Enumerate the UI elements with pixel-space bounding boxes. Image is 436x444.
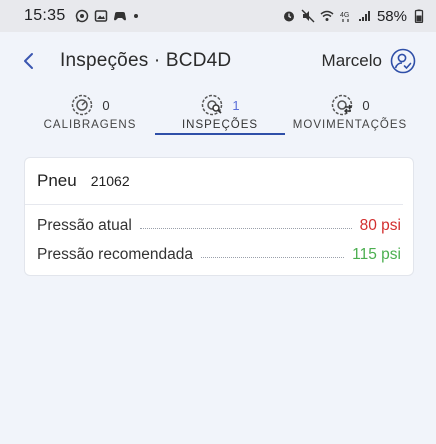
active-tab-indicator bbox=[155, 133, 285, 135]
user-name: Marcelo bbox=[321, 51, 382, 70]
row-value: 115 psi bbox=[352, 245, 401, 263]
tire-inspection-card[interactable]: Pneu 21062 Pressão atual 80 psi Pressão … bbox=[24, 157, 414, 276]
status-time: 15:35 bbox=[24, 7, 66, 24]
tab-inspecoes[interactable]: 1 INSPEÇÕES bbox=[170, 90, 270, 136]
svg-text:4G: 4G bbox=[340, 12, 349, 19]
battery-text: 58% bbox=[376, 7, 407, 25]
game-icon bbox=[113, 12, 126, 21]
tire-gauge-icon bbox=[72, 94, 93, 116]
dotted-leader bbox=[139, 228, 352, 229]
row-value: 80 psi bbox=[359, 216, 401, 234]
pressure-row-current: Pressão atual 80 psi bbox=[25, 211, 413, 240]
tab-label: CALIBRAGENS bbox=[43, 119, 137, 131]
tire-number: 21062 bbox=[90, 173, 130, 189]
tab-movimentacoes[interactable]: 0 MOVIMENTAÇÕES bbox=[292, 90, 408, 136]
chevron-left-icon bbox=[24, 53, 33, 69]
page-title: Inspeções · BCD4D bbox=[60, 50, 232, 71]
whatsapp-icon bbox=[75, 9, 88, 23]
back-button[interactable] bbox=[18, 50, 40, 72]
wifi-icon bbox=[320, 10, 334, 21]
card-header: Pneu 21062 bbox=[25, 158, 403, 205]
mute-icon bbox=[301, 9, 315, 23]
dotted-leader bbox=[200, 257, 345, 258]
alarm-icon bbox=[283, 11, 294, 22]
app-bar: Inspeções · BCD4D Marcelo bbox=[0, 32, 436, 90]
tire-search-icon bbox=[202, 94, 223, 116]
status-right: 4G 58% bbox=[282, 8, 426, 25]
row-label: Pressão recomendada bbox=[37, 245, 193, 263]
status-bar: 15:35 4G 58% bbox=[0, 0, 436, 32]
4g-icon: 4G bbox=[340, 12, 349, 22]
tab-label: MOVIMENTAÇÕES bbox=[292, 119, 408, 131]
pressure-row-recommended: Pressão recomendada 115 psi bbox=[25, 240, 413, 269]
tab-label: INSPEÇÕES bbox=[181, 119, 259, 131]
battery-icon bbox=[414, 9, 424, 23]
tire-label: Pneu bbox=[37, 171, 77, 190]
signal-icon bbox=[358, 11, 370, 21]
user-menu[interactable]: Marcelo bbox=[322, 48, 416, 74]
status-left: 15:35 bbox=[24, 7, 138, 25]
tab-count: 0 bbox=[102, 97, 110, 113]
pressure-list: Pressão atual 80 psi Pressão recomendada… bbox=[25, 205, 413, 269]
user-check-icon bbox=[390, 48, 416, 74]
tab-count: 1 bbox=[232, 97, 240, 113]
notification-dot bbox=[133, 14, 138, 18]
row-label: Pressão atual bbox=[37, 216, 132, 234]
tab-count: 0 bbox=[362, 97, 370, 113]
tab-bar: 0 CALIBRAGENS 1 INSPEÇÕES 0 MOVIMENTAÇÕE… bbox=[0, 90, 436, 138]
tab-calibragens[interactable]: 0 CALIBRAGENS bbox=[40, 90, 140, 136]
gallery-icon bbox=[94, 10, 107, 22]
tire-swap-icon bbox=[332, 94, 353, 116]
